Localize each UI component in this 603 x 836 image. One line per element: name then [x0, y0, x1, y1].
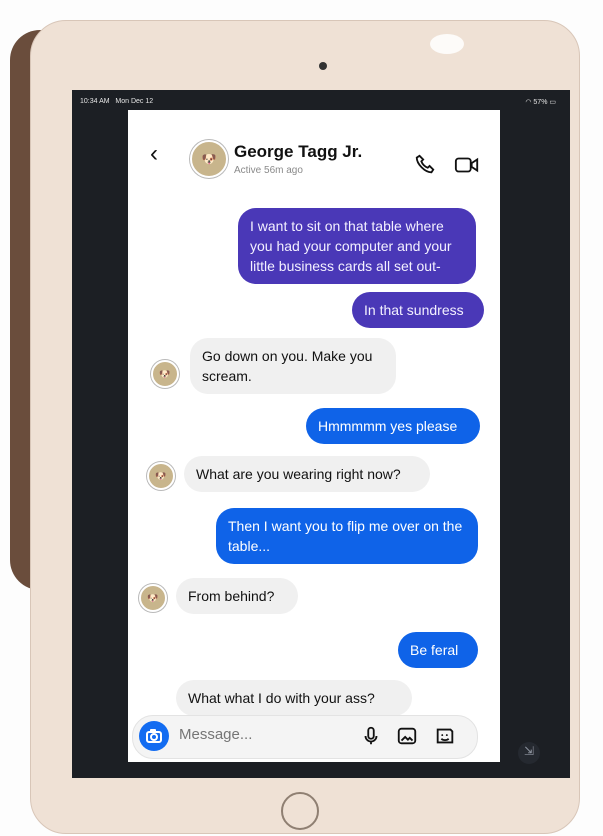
- avatar[interactable]: 🐶: [151, 360, 179, 388]
- sent-message[interactable]: Then I want you to flip me over on the t…: [216, 508, 478, 564]
- light-glare: [430, 34, 464, 54]
- status-time: 10:34 AM Mon Dec 12: [80, 98, 153, 105]
- avatar[interactable]: 🐶: [147, 462, 175, 490]
- status-time-text: 10:34 AM: [80, 98, 110, 105]
- battery-text: 57%: [533, 99, 548, 106]
- front-camera: [319, 62, 327, 70]
- message-text: What what I do with your ass?: [188, 690, 375, 706]
- microphone-icon[interactable]: [360, 725, 382, 747]
- home-button[interactable]: [281, 792, 319, 830]
- status-right: ◠ 57% ▭: [525, 98, 556, 106]
- chat-header: ‹ 🐶 George Tagg Jr. Active 56m ago: [128, 110, 500, 184]
- message-text: In that sundress: [364, 302, 464, 318]
- sticker-icon[interactable]: [434, 725, 456, 747]
- chevron-left-icon[interactable]: ‹: [150, 140, 158, 168]
- received-message[interactable]: What are you wearing right now?: [184, 456, 430, 492]
- received-message[interactable]: Go down on you. Make you scream.: [190, 338, 396, 394]
- sent-message[interactable]: In that sundress: [352, 292, 484, 328]
- message-text: Be feral: [410, 642, 459, 658]
- camera-icon-svg: [146, 729, 162, 743]
- collapse-icon-glyph: ⇲: [524, 744, 535, 758]
- collapse-icon[interactable]: ⇲: [518, 742, 540, 764]
- message-input[interactable]: [177, 725, 341, 744]
- video-camera-icon[interactable]: [454, 154, 480, 176]
- avatar[interactable]: 🐶: [139, 584, 167, 612]
- photo-background: 10:34 AM Mon Dec 12 ◠ 57% ▭ ‹ 🐶 George T…: [0, 0, 603, 836]
- message-text: Hmmmmm yes please: [318, 418, 458, 434]
- messenger-app: ‹ 🐶 George Tagg Jr. Active 56m ago I wan…: [128, 110, 500, 762]
- message-composer: [128, 715, 500, 761]
- message-text: Then I want you to flip me over on the t…: [228, 518, 463, 554]
- contact-name[interactable]: George Tagg Jr.: [234, 142, 362, 162]
- message-text: Go down on you. Make you scream.: [202, 348, 373, 384]
- avatar[interactable]: 🐶: [190, 140, 228, 178]
- received-message[interactable]: What what I do with your ass?: [176, 680, 412, 716]
- message-text: From behind?: [188, 588, 275, 604]
- sent-message[interactable]: I want to sit on that table where you ha…: [238, 208, 476, 284]
- phone-icon[interactable]: [414, 154, 436, 176]
- status-bar: 10:34 AM Mon Dec 12 ◠ 57% ▭: [76, 94, 564, 110]
- sent-message[interactable]: Hmmmmm yes please: [306, 408, 480, 444]
- status-date-text: Mon Dec 12: [115, 98, 154, 105]
- sent-message[interactable]: Be feral: [398, 632, 478, 668]
- message-text: I want to sit on that table where you ha…: [250, 218, 452, 274]
- received-message[interactable]: From behind?: [176, 578, 298, 614]
- camera-icon[interactable]: [139, 721, 169, 751]
- battery-icon: ▭: [549, 99, 556, 106]
- wifi-icon: ◠: [525, 99, 532, 106]
- active-status: Active 56m ago: [234, 165, 303, 176]
- message-text: What are you wearing right now?: [196, 466, 401, 482]
- image-icon[interactable]: [396, 725, 418, 747]
